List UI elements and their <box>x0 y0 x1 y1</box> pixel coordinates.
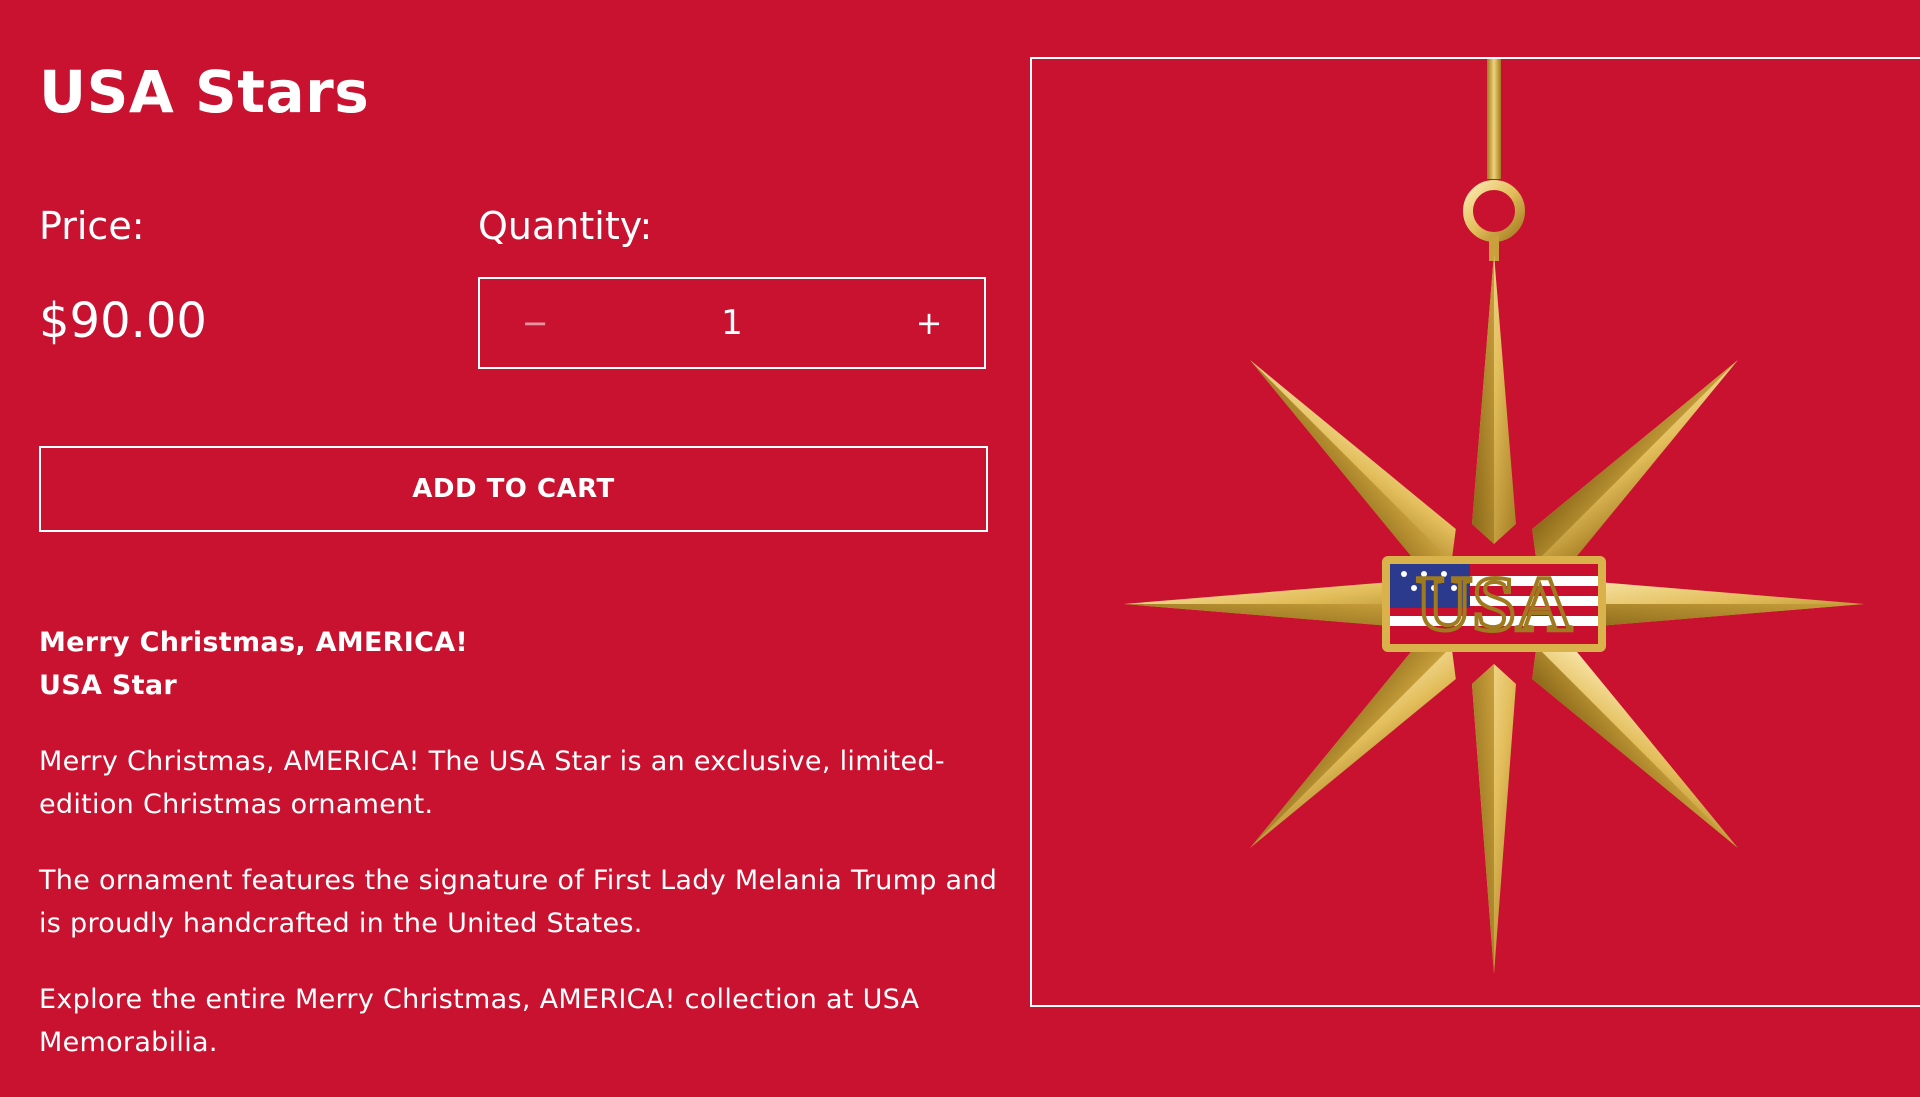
ring-icon <box>1463 180 1525 242</box>
quantity-stepper: − 1 + <box>478 277 986 369</box>
decrement-button[interactable]: − <box>480 279 590 367</box>
description-subheading: USA Star <box>39 670 177 701</box>
description-paragraph: Explore the entire Merry Christmas, AMER… <box>39 984 920 1058</box>
star-icon: USA <box>1124 254 1864 974</box>
increment-button[interactable]: + <box>874 279 984 367</box>
quantity-input[interactable]: 1 <box>590 303 874 343</box>
product-title: USA Stars <box>39 58 370 126</box>
description-paragraph: Merry Christmas, AMERICA! The USA Star i… <box>39 746 945 820</box>
description-heading: Merry Christmas, AMERICA! <box>39 627 469 658</box>
star-ornament-image: USA <box>1124 59 1864 974</box>
price-label: Price: <box>39 204 145 248</box>
chain-icon <box>1487 59 1501 179</box>
price-value: $90.00 <box>39 293 207 349</box>
quantity-label: Quantity: <box>478 204 653 248</box>
product-description: Merry Christmas, AMERICA! USA Star Merry… <box>39 621 999 1097</box>
usa-text: USA <box>1416 560 1572 647</box>
add-to-cart-button[interactable]: ADD TO CART <box>39 446 988 532</box>
product-image[interactable]: USA <box>1030 57 1920 1007</box>
usa-lettering: USA <box>1382 556 1606 652</box>
description-paragraph: The ornament features the signature of F… <box>39 865 998 939</box>
